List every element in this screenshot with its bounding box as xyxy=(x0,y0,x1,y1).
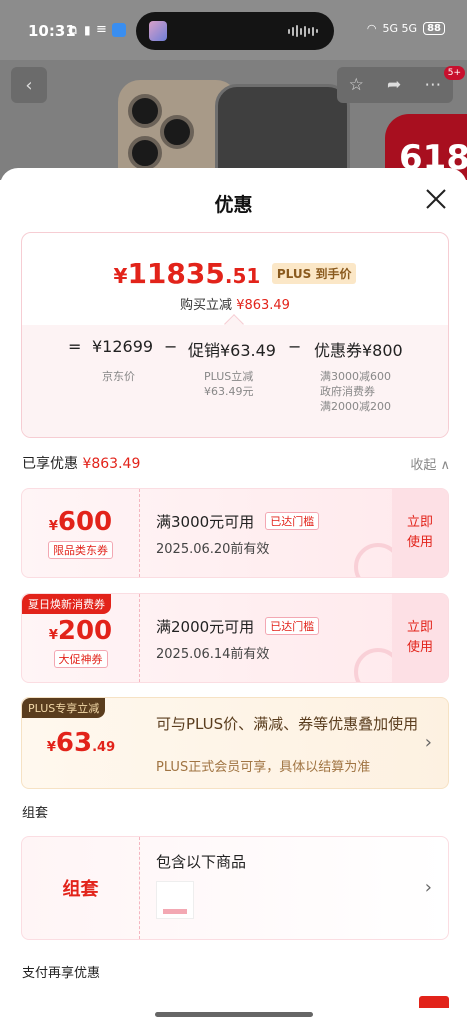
plus-discount-card[interactable]: PLUS专享立减 ¥63.49 可与PLUS价、满减、券等优惠叠加使用 PLUS… xyxy=(21,697,449,789)
price-decimal: .51 xyxy=(224,264,261,288)
plus-exclusive-tag: PLUS专享立减 xyxy=(22,698,106,718)
dynamic-island xyxy=(136,12,334,50)
coupon-validity: 2025.06.14前有效 xyxy=(156,647,270,662)
payment-card-peek xyxy=(419,996,449,1008)
sheet-title: 优惠 xyxy=(214,194,253,216)
battery-small-icon: ▮ xyxy=(84,23,91,37)
product-page-background: ‹ ☆ ➦ ⋯ 5+ 618 xyxy=(0,60,467,180)
formula-promo: 促销¥63.49 xyxy=(188,341,276,360)
coupon-condition: 满3000元可用 xyxy=(156,513,255,531)
plus-price-tag: PLUS 到手价 xyxy=(271,263,357,284)
coupon-card: ¥200 大促神券 夏日焕新消费券 满2000元可用 已达门槛 2025.06.… xyxy=(21,593,449,683)
formula-minus: − xyxy=(288,337,302,356)
payment-section-title: 支付再享优惠 xyxy=(22,966,101,981)
coupon-value: 200 xyxy=(57,616,113,646)
plus-description: 可与PLUS价、满减、券等优惠叠加使用 xyxy=(156,715,419,733)
coupon-validity: 2025.06.20前有效 xyxy=(156,542,270,557)
threshold-reached-badge: 已达门槛 xyxy=(265,512,320,530)
summer-coupon-tag: 夏日焕新消费券 xyxy=(22,594,111,614)
enjoyed-label: 已享优惠 xyxy=(22,456,78,472)
plus-note: PLUS正式会员可享，具体以结算为准 xyxy=(156,760,371,775)
gov-coupon-rule-label: 满2000减200 xyxy=(320,400,391,413)
app-notification-icon xyxy=(112,23,126,37)
favorite-star-icon[interactable]: ☆ xyxy=(349,75,364,95)
back-button[interactable]: ‹ xyxy=(11,67,47,103)
plus-yen: ¥ xyxy=(46,740,56,755)
media-thumbnail-icon xyxy=(149,21,167,41)
final-price: ¥11835.51 xyxy=(114,257,266,290)
gov-coupon-label: 政府消费券 xyxy=(320,385,375,398)
formula-base-price: ¥12699 xyxy=(92,337,154,356)
coupon-amount: ¥600 xyxy=(22,507,139,537)
base-price-label: 京东价 xyxy=(102,370,135,383)
product-image-screen xyxy=(215,84,350,180)
vibrate-icon: ≡ xyxy=(96,22,107,37)
headphones-icon: ∩ xyxy=(68,22,79,38)
price-summary-card: ¥11835.51 PLUS 到手价 购买立减 ¥863.49 = ¥12699… xyxy=(21,232,449,438)
plus-value: 63 xyxy=(55,728,93,758)
coupon-value: 600 xyxy=(57,507,113,537)
collapse-toggle[interactable]: 收起 ∧ xyxy=(410,454,450,473)
use-now-label-1: 立即 xyxy=(406,620,433,635)
use-now-button[interactable]: 立即 使用 xyxy=(392,489,448,577)
bundle-label: 组套 xyxy=(22,837,140,939)
enjoyed-amount: ¥863.49 xyxy=(82,456,141,472)
formula-coupon: 优惠券¥800 xyxy=(314,341,403,360)
use-now-label-2: 使用 xyxy=(406,640,433,655)
status-bar: 10:31 𝗰 ∩ ▮ ≡ ◠ 5G 5G 88 xyxy=(0,0,467,60)
coupon-yen: ¥ xyxy=(48,628,58,643)
more-icon[interactable]: ⋯ xyxy=(424,75,441,95)
saving-label: 购买立减 xyxy=(180,298,233,313)
discount-sheet: 优惠 ¥11835.51 PLUS 到手价 购买立减 ¥863.49 = ¥12… xyxy=(0,168,467,1027)
bundle-product-thumbnail xyxy=(156,881,194,919)
notification-badge: 5+ xyxy=(443,66,465,80)
chevron-right-icon: › xyxy=(424,732,432,753)
battery-indicator: 88 xyxy=(423,22,445,35)
close-icon[interactable] xyxy=(425,188,447,210)
chevron-up-icon: ∧ xyxy=(440,458,450,473)
saving-amount: ¥863.49 xyxy=(236,298,290,313)
bundle-section-title: 组套 xyxy=(22,806,49,821)
saving-line: 购买立减 ¥863.49 xyxy=(22,294,448,313)
collapse-label: 收起 xyxy=(410,458,437,473)
coupon-rule-label: 满3000减600 xyxy=(320,370,391,383)
threshold-reached-badge: 已达门槛 xyxy=(265,617,320,635)
formula-minus: − xyxy=(164,337,178,356)
coupon-kind-badge: 大促神券 xyxy=(53,650,108,668)
home-indicator xyxy=(155,1012,313,1017)
enjoyed-discount-row: 已享优惠 ¥863.49 收起 ∧ xyxy=(22,453,450,473)
chevron-right-icon: › xyxy=(424,877,432,898)
promo-amount-label: ¥63.49元 xyxy=(204,385,254,398)
chevron-left-icon: ‹ xyxy=(25,74,33,96)
wifi-icon: ◠ xyxy=(366,22,377,35)
bundle-card[interactable]: 组套 包含以下商品 › xyxy=(21,836,449,940)
promo-label: PLUS立减 xyxy=(204,370,254,383)
formula-equals: = xyxy=(68,337,82,356)
price-breakdown: = ¥12699 − 促销¥63.49 − 优惠券¥800 京东价 PLUS立减… xyxy=(22,314,448,437)
audio-wave-icon xyxy=(288,25,320,37)
price-integer: 11835 xyxy=(127,257,225,290)
plus-decimal: .49 xyxy=(92,740,116,755)
network-indicator: 5G 5G xyxy=(382,22,418,35)
coupon-yen: ¥ xyxy=(48,519,58,534)
share-icon[interactable]: ➦ xyxy=(387,75,401,95)
coupon-condition: 满2000元可用 xyxy=(156,618,255,636)
plus-amount: ¥63.49 xyxy=(22,728,140,758)
price-yen: ¥ xyxy=(113,264,128,288)
coupon-card: ¥600 限品类东券 满3000元可用 已达门槛 2025.06.20前有效 立… xyxy=(21,488,449,578)
use-now-label-2: 使用 xyxy=(406,535,433,550)
use-now-label-1: 立即 xyxy=(406,515,433,530)
coupon-kind-badge: 限品类东券 xyxy=(48,541,113,559)
status-right: ◠ 5G 5G 88 xyxy=(367,22,445,35)
coupon-amount: ¥200 xyxy=(22,616,139,646)
top-actions: ☆ ➦ ⋯ xyxy=(337,67,453,103)
bundle-title: 包含以下商品 xyxy=(156,853,247,871)
use-now-button[interactable]: 立即 使用 xyxy=(392,594,448,682)
